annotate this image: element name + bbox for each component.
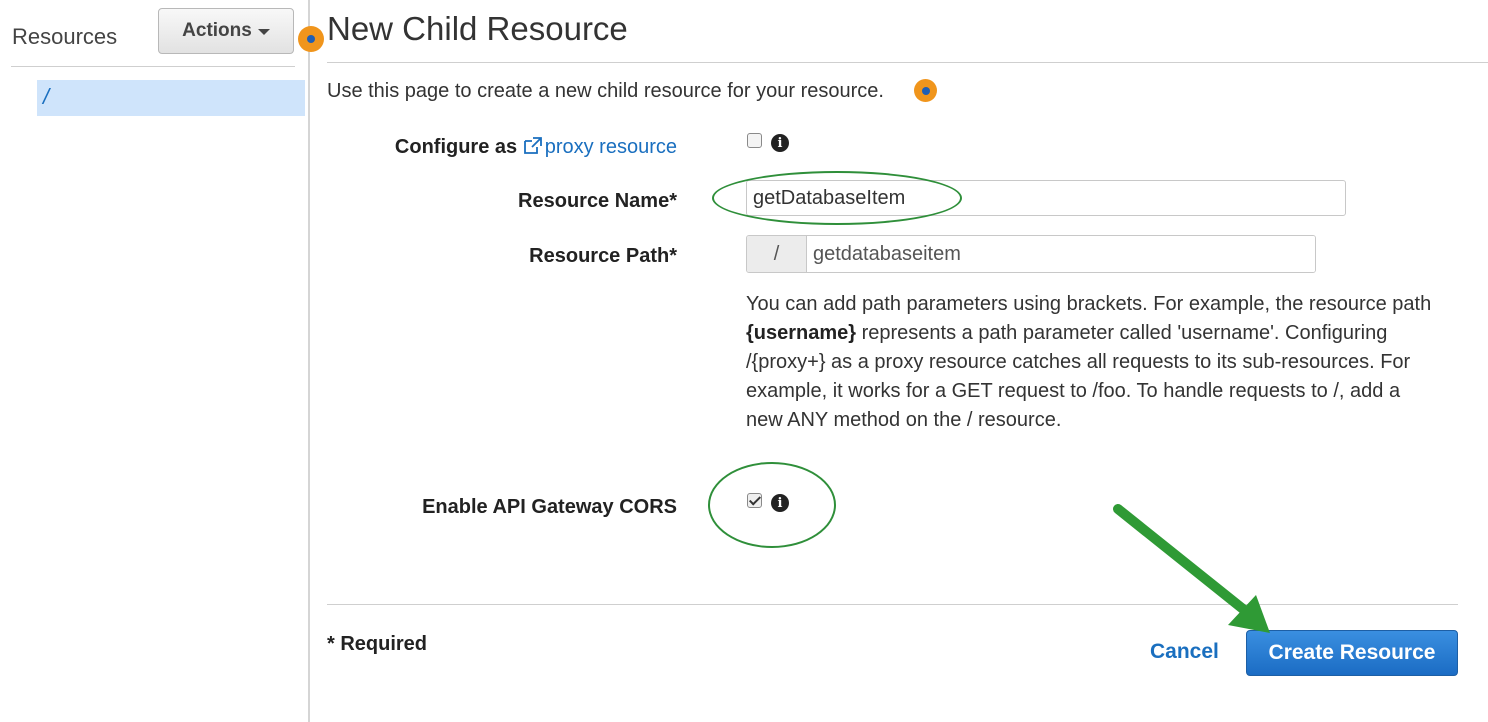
caret-down-icon <box>257 29 270 35</box>
proxy-resource-link[interactable]: proxy resource <box>523 136 677 158</box>
resource-path-field: / <box>746 235 1316 273</box>
info-icon[interactable]: i <box>771 134 789 152</box>
resource-name-label: Resource Name* <box>518 190 677 212</box>
page-title: New Child Resource <box>327 10 628 47</box>
resource-tree-item-root[interactable]: / <box>37 80 305 116</box>
intro-text: Use this page to create a new child reso… <box>327 80 884 102</box>
proxy-resource-checkbox[interactable] <box>747 133 762 148</box>
enable-cors-label: Enable API Gateway CORS <box>422 496 677 518</box>
resource-path-prefix: / <box>747 236 807 272</box>
sidebar-divider <box>11 66 295 67</box>
title-divider <box>327 62 1488 63</box>
proxy-resource-link-text: proxy resource <box>544 136 677 158</box>
configure-as-label: Configure as proxy resource <box>395 136 677 159</box>
path-help-text: You can add path parameters using bracke… <box>746 290 1436 435</box>
resources-sidebar: Resources Actions / <box>0 0 310 722</box>
help-text-bold: {username} <box>746 322 857 344</box>
resource-name-input[interactable] <box>746 180 1346 216</box>
sidebar-title: Resources <box>12 24 118 49</box>
enable-cors-checkbox[interactable] <box>747 493 762 508</box>
hotspot-marker-icon <box>914 79 937 102</box>
help-text-part: You can add path parameters using bracke… <box>746 293 1432 315</box>
hotspot-marker-icon <box>298 26 324 52</box>
actions-label: Actions <box>182 20 252 41</box>
required-note: * Required <box>327 633 428 655</box>
annotation-arrow-icon <box>1113 504 1270 633</box>
resource-path-input[interactable] <box>807 236 1315 272</box>
resource-path-label: Resource Path* <box>529 245 677 267</box>
footer-divider <box>327 604 1458 605</box>
configure-as-text: Configure as <box>394 136 518 158</box>
actions-dropdown-button[interactable]: Actions <box>158 8 294 54</box>
external-link-icon <box>523 137 542 154</box>
info-icon[interactable]: i <box>771 494 789 512</box>
